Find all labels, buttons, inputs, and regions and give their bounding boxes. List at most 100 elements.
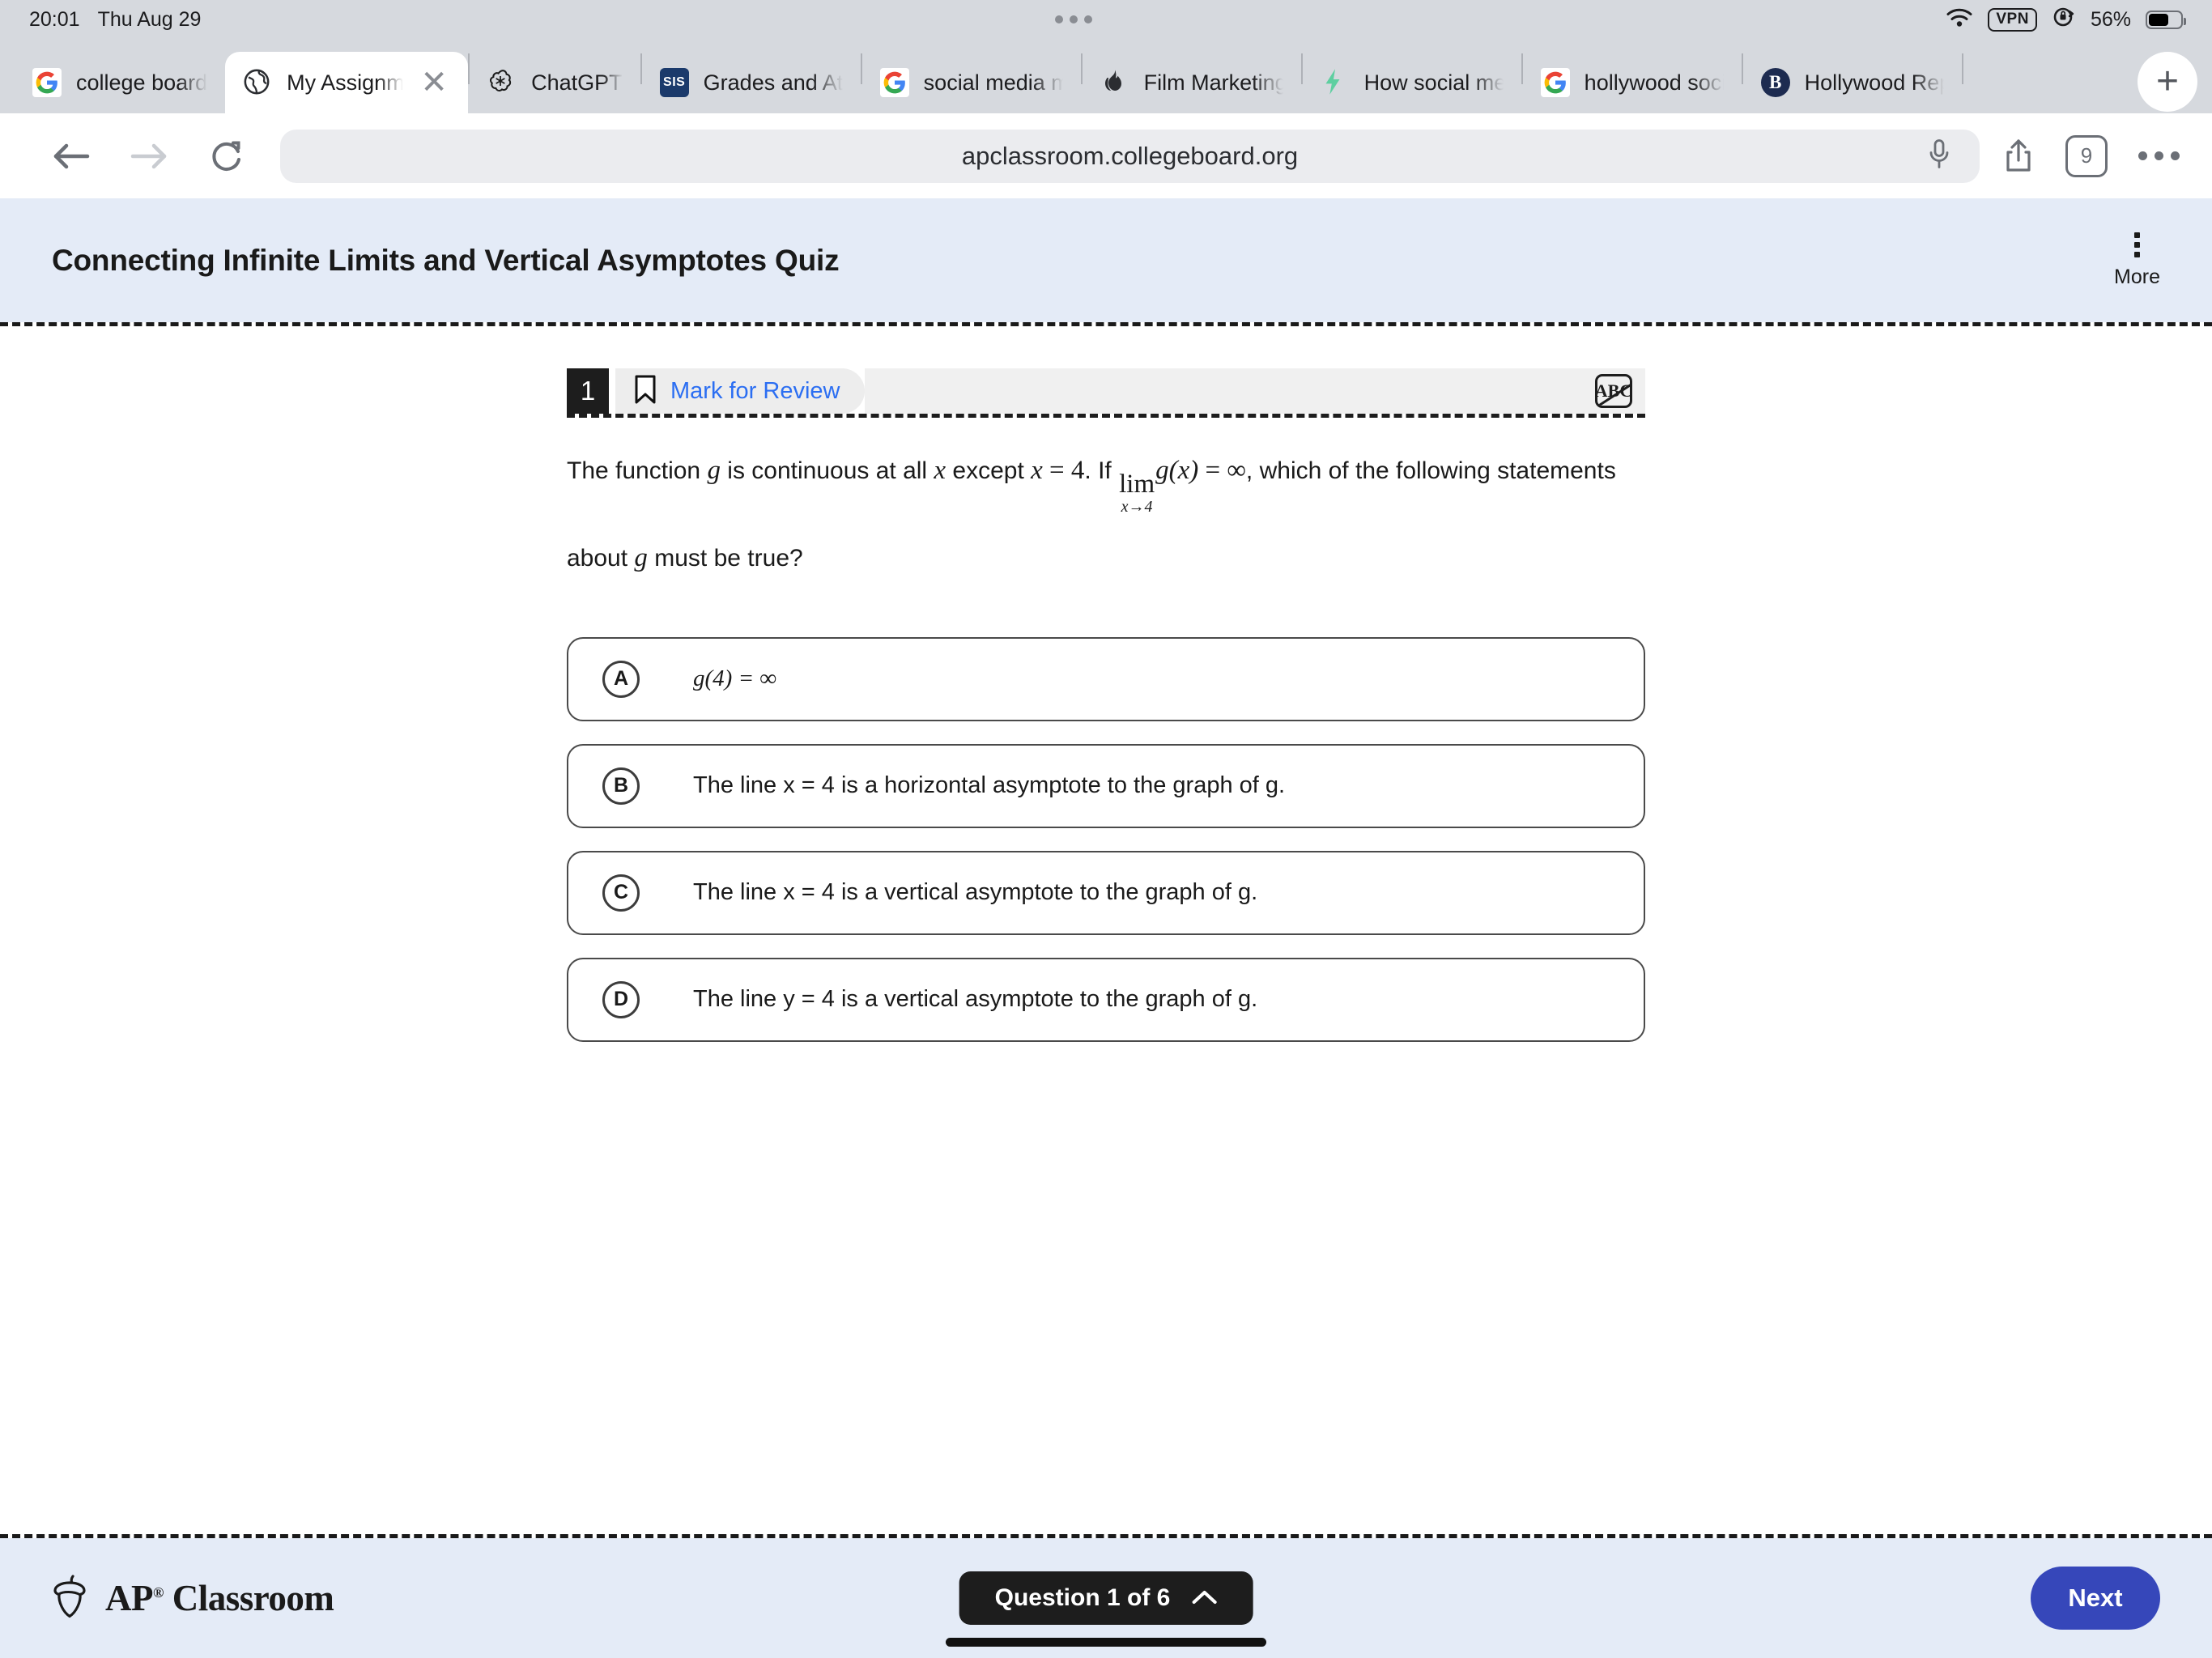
close-icon[interactable]: ✕ [418,66,450,99]
chevron-up-icon [1191,1584,1217,1612]
globe-icon [243,68,272,97]
b-icon: B [1760,68,1790,97]
eliminate-choices-button[interactable]: ABC [1595,368,1645,414]
bookmark-icon [633,374,657,409]
browser-tab-grades-and-attendance[interactable]: SIS Grades and Attendance [642,52,861,113]
battery-icon [2146,10,2186,29]
stem-var-x2: x [1031,456,1043,485]
browser-tab-hollywood-reporter[interactable]: B Hollywood Reporter [1743,52,1962,113]
browser-tab-college-board[interactable]: college board [15,52,225,113]
toolbar-spacer [864,368,1595,414]
question-navigator-button[interactable]: Question 1 of 6 [959,1571,1253,1625]
stem-line2-b: must be true? [647,544,803,572]
limit-operator: lim x→4 [1119,469,1155,516]
ipad-status-bar: 20:01 Thu Aug 29 VPN 56% [0,0,2212,39]
rotation-lock-icon [2052,5,2076,35]
bolt-icon [1321,68,1350,97]
vertical-dots-icon [2134,232,2141,257]
answer-choices: A g(4) = ∞ B The line x = 4 is a horizon… [567,636,1645,1042]
stem-var-x: x [934,456,946,485]
openai-icon [487,68,517,97]
status-bar-right: VPN 56% [1946,5,2186,35]
question-stem-line-2: about g must be true? [567,538,1645,579]
choice-letter: A [602,660,640,698]
choice-text: g(4) = ∞ [693,665,777,692]
answer-choice-a[interactable]: A g(4) = ∞ [567,636,1645,721]
stem-text-1: The function [567,457,708,484]
tab-label: ChatGPT [531,70,623,95]
google-icon [879,68,909,97]
answer-choice-d[interactable]: D The line y = 4 is a vertical asymptote… [567,957,1645,1042]
tab-label: Hollywood Reporter [1804,70,1944,95]
url-text: apclassroom.collegeboard.org [961,141,1299,170]
home-indicator [946,1638,1266,1647]
back-button[interactable] [32,124,110,189]
answer-choice-c[interactable]: C The line x = 4 is a vertical asymptote… [567,850,1645,935]
browser-tab-chatgpt[interactable]: ChatGPT [470,52,640,113]
stem-line2-a: about [567,544,635,572]
tab-label: hollywood social [1584,70,1724,95]
choice-letter: D [602,980,640,1018]
browser-tab-hollywood-social[interactable]: hollywood social [1523,52,1742,113]
tab-label: Grades and Attendance [703,70,843,95]
limit-lim-label: lim [1119,469,1155,499]
google-icon [1540,68,1570,97]
limit-expression: g(x) [1155,456,1199,485]
question-toolbar: 1 Mark for Review ABC [567,368,1645,414]
tab-label: How social media [1363,70,1504,95]
browser-toolbar: apclassroom.collegeboard.org 9 [0,113,2212,198]
acorn-logo-icon [52,1574,87,1623]
stem-text-3: except [946,457,1032,484]
multitasking-dots-icon[interactable] [1054,15,1092,23]
sis-icon: SIS [659,68,689,97]
status-time: 20:01 [29,7,80,31]
forward-button[interactable] [110,124,188,189]
browser-tab-strip: college board My Assignments ✕ ChatGPT S… [0,39,2212,113]
wifi-icon [1946,6,1973,33]
browser-tab-how-social-media[interactable]: How social media [1303,52,1521,113]
question-number-badge: 1 [567,368,609,414]
microphone-icon[interactable] [1928,138,1950,174]
more-label: More [2114,265,2160,288]
browser-tab-film-marketing[interactable]: Film Marketing [1083,52,1301,113]
stem-equals: = [1042,456,1071,485]
tab-label: college board [76,70,208,95]
browser-tab-social-media-marketing[interactable]: social media marketing [862,52,1081,113]
status-date: Thu Aug 29 [97,7,202,31]
answer-choice-b[interactable]: B The line x = 4 is a horizontal asympto… [567,743,1645,828]
stem-text-5: , which of the following statements [1245,457,1616,484]
limit-subscript: x→4 [1121,497,1153,516]
mark-for-review-button[interactable]: Mark for Review [615,368,865,414]
tab-count-button[interactable]: 9 [2065,134,2108,177]
reload-button[interactable] [188,124,266,189]
choice-text: The line x = 4 is a vertical asymptote t… [693,879,1258,906]
more-options-icon[interactable] [2138,151,2180,160]
choice-letter: B [602,767,640,805]
question-container: 1 Mark for Review ABC The function g is … [567,326,1645,1042]
share-icon[interactable] [2002,138,2035,175]
status-bar-left: 20:01 Thu Aug 29 [29,8,201,32]
status-bar-center [201,15,1946,23]
battery-percent: 56% [2090,7,2131,31]
limit-equals: = [1198,456,1227,485]
tab-label: Film Marketing [1143,70,1283,95]
question-area: 1 Mark for Review ABC The function g is … [0,326,2212,1042]
address-bar[interactable]: apclassroom.collegeboard.org [280,129,1980,183]
choice-text: The line x = 4 is a horizontal asymptote… [693,772,1286,799]
stem-value-4: 4 [1070,456,1085,485]
stem-var-g: g [707,456,721,485]
google-icon [32,68,62,97]
next-button[interactable]: Next [2031,1567,2160,1630]
page-title: Connecting Infinite Limits and Vertical … [52,243,840,277]
web-page-content: Connecting Infinite Limits and Vertical … [0,198,2212,1658]
ap-classroom-brand: AP® Classroom [52,1574,334,1623]
choice-text: The line y = 4 is a vertical asymptote t… [693,986,1258,1013]
stem-line2-var-g: g [634,542,648,572]
more-button[interactable]: More [2114,232,2160,289]
abc-strikethrough-icon: ABC [1595,374,1632,408]
vpn-badge: VPN [1988,7,2037,32]
tab-divider [1961,53,1963,84]
flame-icon [1100,68,1129,97]
browser-tab-my-assignments[interactable]: My Assignments ✕ [225,52,469,113]
new-tab-button[interactable]: + [2138,52,2197,112]
